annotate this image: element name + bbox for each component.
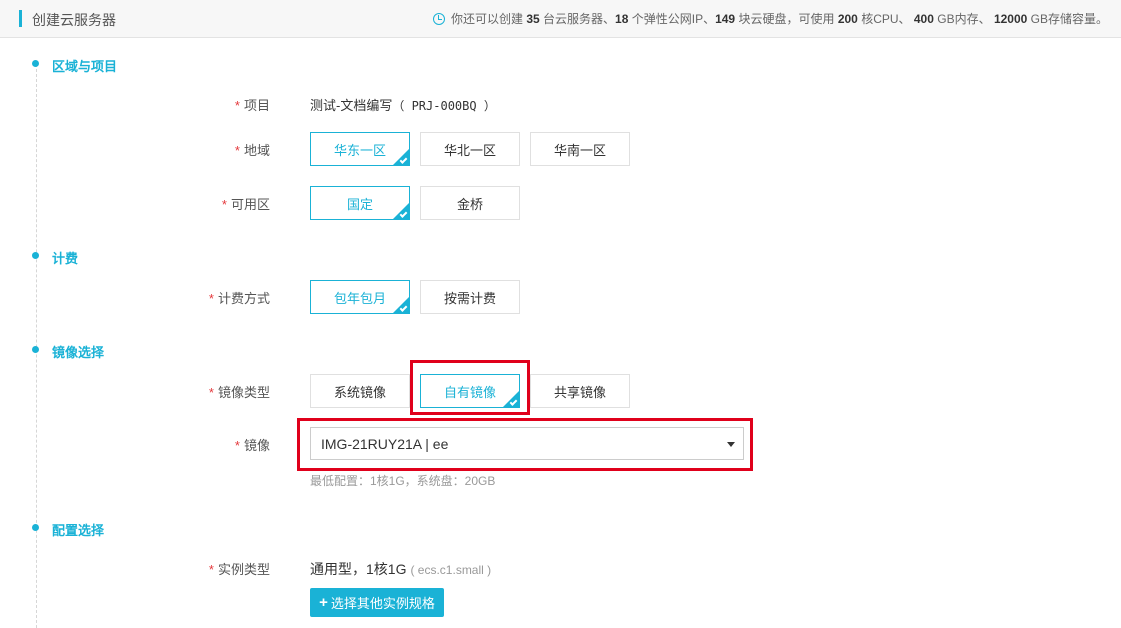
region-option-south[interactable]: 华南一区 bbox=[530, 132, 630, 166]
quota-ips: 18 bbox=[615, 12, 629, 26]
highlight-box-image-type bbox=[410, 360, 530, 415]
billing-option-on-demand[interactable]: 按需计费 bbox=[420, 280, 520, 314]
zone-label-text: 可用区 bbox=[230, 197, 270, 212]
billing-option-label: 包年包月 bbox=[333, 290, 386, 306]
zone-option-guoding[interactable]: 国定 bbox=[310, 186, 410, 220]
quota-notice: 你还可以创建 35 台云服务器、18 个弹性公网IP、149 块云硬盘，可使用 … bbox=[432, 10, 1108, 27]
page-header: 创建云服务器 你还可以创建 35 台云服务器、18 个弹性公网IP、149 块云… bbox=[0, 0, 1121, 38]
image-type-system[interactable]: 系统镜像 bbox=[310, 374, 410, 408]
zone-label: * 可用区 bbox=[0, 194, 270, 213]
region-option-north[interactable]: 华北一区 bbox=[420, 132, 520, 166]
highlight-box-image-select bbox=[297, 418, 753, 471]
quota-cpu: 200 bbox=[837, 12, 858, 26]
project-value: 测试-文档编写（ PRJ-000BQ ） bbox=[310, 95, 496, 114]
quota-ips-unit: 个弹性公网IP、 bbox=[631, 12, 716, 26]
quota-mem: 400 bbox=[913, 12, 934, 26]
check-icon bbox=[399, 156, 408, 164]
project-code: （ PRJ-000BQ ） bbox=[392, 99, 496, 113]
quota-prefix: 你还可以创建 bbox=[450, 12, 523, 26]
section-dot-image bbox=[32, 346, 39, 353]
image-type-label-text: 镜像类型 bbox=[217, 385, 270, 400]
instance-type-label: * 实例类型 bbox=[0, 559, 270, 578]
image-min-config-hint: 最低配置：1核1G，系统盘：20GB bbox=[310, 474, 496, 488]
quota-storage-unit: GB存储容量。 bbox=[1030, 12, 1108, 26]
header-accent-bar bbox=[19, 10, 22, 27]
quota-servers: 35 bbox=[526, 12, 540, 26]
image-type-label: * 镜像类型 bbox=[0, 382, 270, 401]
required-mark: * bbox=[234, 438, 240, 453]
section-title-config: 配置选择 bbox=[52, 523, 105, 538]
billing-method-label: * 计费方式 bbox=[0, 288, 270, 307]
section-title-image: 镜像选择 bbox=[52, 345, 105, 360]
project-name: 测试-文档编写 bbox=[310, 98, 393, 113]
image-type-option-label: 共享镜像 bbox=[553, 384, 606, 400]
zone-option-jinqiao[interactable]: 金桥 bbox=[420, 186, 520, 220]
image-type-option-label: 系统镜像 bbox=[333, 384, 386, 400]
required-mark: * bbox=[234, 143, 240, 158]
project-label: * 项目 bbox=[0, 95, 270, 114]
region-option-label: 华东一区 bbox=[333, 142, 386, 158]
section-dot-billing bbox=[32, 252, 39, 259]
billing-method-label-text: 计费方式 bbox=[217, 291, 270, 306]
region-option-east[interactable]: 华东一区 bbox=[310, 132, 410, 166]
check-icon bbox=[399, 304, 408, 312]
choose-instance-spec-label: 选择其他实例规格 bbox=[330, 596, 435, 611]
zone-option-label: 国定 bbox=[346, 196, 373, 212]
zone-option-label: 金桥 bbox=[456, 196, 483, 212]
page-title: 创建云服务器 bbox=[32, 12, 116, 28]
image-type-shared[interactable]: 共享镜像 bbox=[530, 374, 630, 408]
billing-option-label: 按需计费 bbox=[443, 290, 496, 306]
choose-instance-spec-button[interactable]: + 选择其他实例规格 bbox=[310, 588, 444, 617]
billing-option-yearly[interactable]: 包年包月 bbox=[310, 280, 410, 314]
section-title-billing: 计费 bbox=[52, 251, 79, 266]
region-label-text: 地域 bbox=[243, 143, 270, 158]
quota-servers-unit: 台云服务器、 bbox=[543, 12, 616, 26]
instance-type-label-text: 实例类型 bbox=[217, 562, 270, 577]
instance-type-code: ( ecs.c1.small ) bbox=[410, 563, 492, 577]
quota-disks: 149 bbox=[715, 12, 736, 26]
project-label-text: 项目 bbox=[243, 98, 270, 113]
section-dot-region bbox=[32, 60, 39, 67]
required-mark: * bbox=[208, 291, 214, 306]
section-dot-config bbox=[32, 524, 39, 531]
section-title-region: 区域与项目 bbox=[52, 59, 118, 74]
required-mark: * bbox=[221, 197, 227, 212]
quota-cpu-unit: 核CPU、 bbox=[861, 12, 911, 26]
region-option-label: 华南一区 bbox=[553, 142, 606, 158]
quota-disks-unit: 块云硬盘，可使用 bbox=[738, 12, 835, 26]
image-label-text: 镜像 bbox=[243, 438, 270, 453]
image-label: * 镜像 bbox=[0, 435, 270, 454]
plus-icon: + bbox=[319, 594, 328, 611]
required-mark: * bbox=[234, 98, 240, 113]
quota-mem-unit: GB内存、 bbox=[937, 12, 991, 26]
quota-storage: 12000 bbox=[993, 12, 1028, 26]
clock-icon bbox=[432, 13, 445, 25]
instance-type-value: 通用型，1核1G( ecs.c1.small ) bbox=[310, 559, 491, 579]
check-icon bbox=[399, 210, 408, 218]
required-mark: * bbox=[208, 385, 214, 400]
region-label: * 地域 bbox=[0, 140, 270, 159]
required-mark: * bbox=[208, 562, 214, 577]
region-option-label: 华北一区 bbox=[443, 142, 496, 158]
instance-type-text: 通用型，1核1G bbox=[310, 561, 407, 577]
